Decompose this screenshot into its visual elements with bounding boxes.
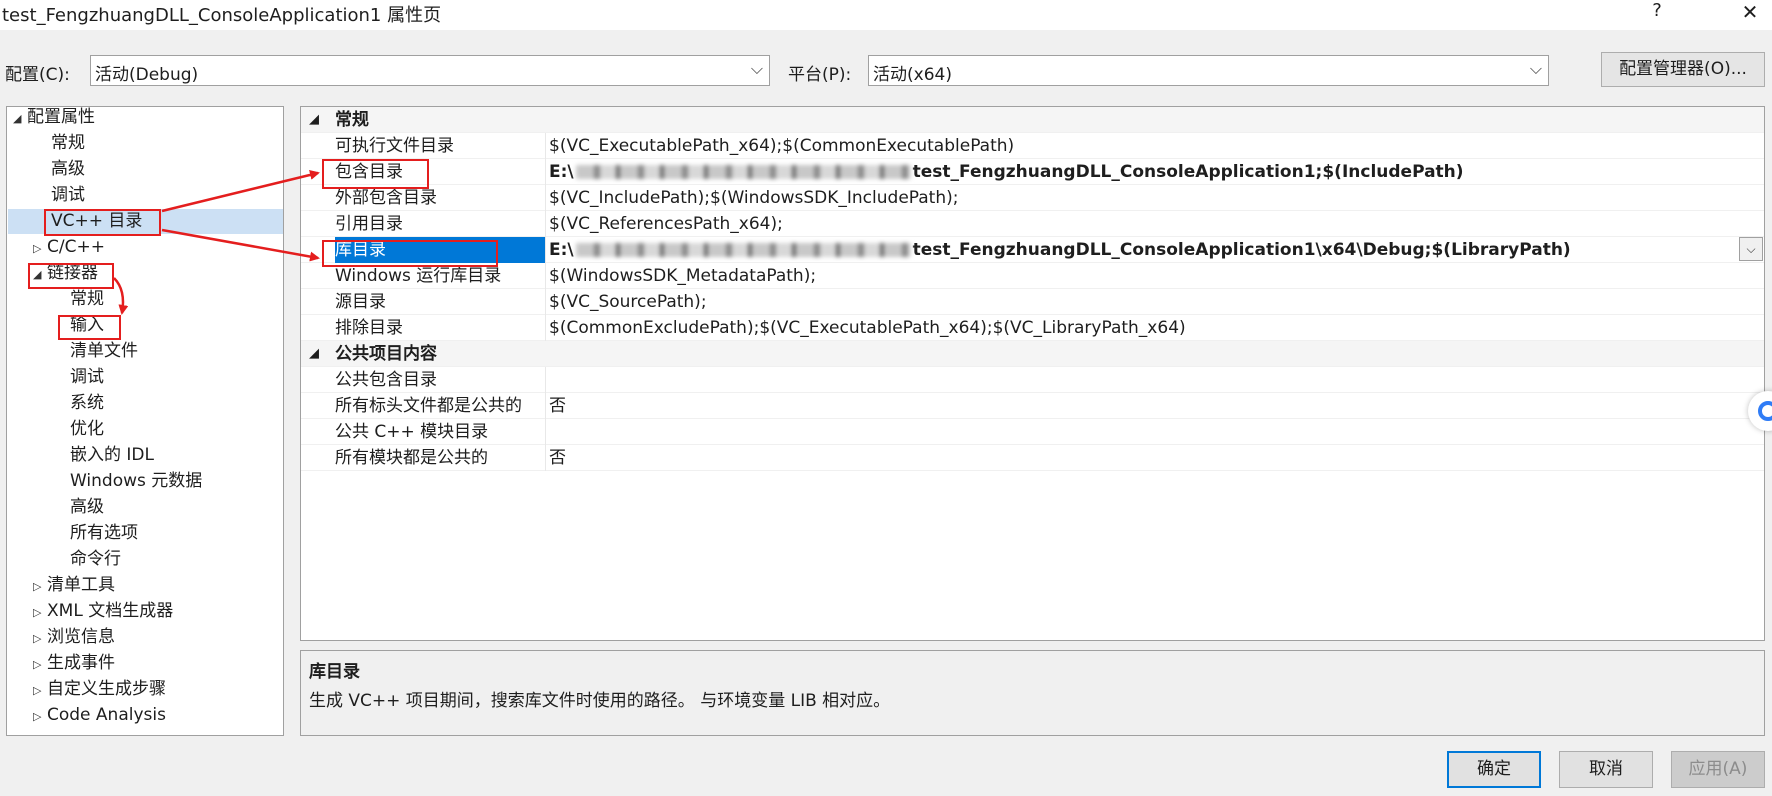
platform-label: 平台(P): bbox=[788, 65, 852, 85]
property-name[interactable]: 包含目录 bbox=[335, 159, 545, 185]
property-value[interactable]: $(WindowsSDK_MetadataPath); bbox=[545, 263, 1764, 289]
property-value[interactable]: $(VC_ReferencesPath_x64); bbox=[545, 211, 1764, 237]
tree-item-advanced[interactable]: 高级 bbox=[51, 157, 85, 182]
property-value[interactable]: $(CommonExcludePath);$(VC_ExecutablePath… bbox=[545, 315, 1764, 341]
property-name[interactable]: 所有标头文件都是公共的 bbox=[335, 393, 545, 419]
tree-item-system[interactable]: 系统 bbox=[70, 391, 104, 416]
description-panel: 库目录 生成 VC++ 项目期间，搜索库文件时使用的路径。 与环境变量 LIB … bbox=[300, 650, 1765, 736]
property-name[interactable]: 公共包含目录 bbox=[335, 367, 545, 393]
property-name[interactable]: 引用目录 bbox=[335, 211, 545, 237]
expander-icon[interactable]: ▷ bbox=[33, 704, 47, 729]
expander-icon[interactable]: ▷ bbox=[33, 236, 47, 261]
property-row[interactable]: 所有标头文件都是公共的 否 bbox=[301, 393, 1764, 419]
configuration-label: 配置(C): bbox=[5, 65, 70, 85]
property-row[interactable]: 所有模块都是公共的 否 bbox=[301, 445, 1764, 471]
cancel-button[interactable]: 取消 bbox=[1559, 751, 1653, 788]
expander-icon[interactable]: ◢ bbox=[13, 107, 27, 131]
platform-value: 活动(x64) bbox=[873, 65, 952, 85]
property-row-library-directories[interactable]: 库目录 E:\ test_FengzhuangDLL_ConsoleApplica… bbox=[301, 237, 1764, 263]
close-icon[interactable]: ✕ bbox=[1735, 0, 1765, 26]
tree-item-linker-general[interactable]: 常规 bbox=[70, 287, 104, 312]
tree-item-config-properties[interactable]: ◢ 配置属性 bbox=[13, 107, 95, 131]
tree-item-all-options[interactable]: 所有选项 bbox=[70, 521, 138, 546]
property-value[interactable]: E:\ test_FengzhuangDLL_ConsoleApplication… bbox=[545, 237, 1764, 263]
chevron-down-icon: ⌵ bbox=[750, 59, 763, 78]
description-text: 生成 VC++ 项目期间，搜索库文件时使用的路径。 与环境变量 LIB 相对应。 bbox=[309, 691, 891, 711]
tree-item-manifest-tool[interactable]: ▷ 清单工具 bbox=[33, 573, 115, 598]
tree-item-general[interactable]: 常规 bbox=[51, 131, 85, 156]
property-row[interactable]: 公共 C++ 模块目录 bbox=[301, 419, 1764, 445]
tree-item-debugging[interactable]: 调试 bbox=[51, 183, 85, 208]
window-title: test_FengzhuangDLL_ConsoleApplication1 属… bbox=[2, 5, 442, 26]
tree-item-xml-doc-generator[interactable]: ▷ XML 文档生成器 bbox=[33, 599, 173, 624]
expander-icon[interactable]: ▷ bbox=[33, 678, 47, 703]
tree-item-c-cpp[interactable]: ▷ C/C++ bbox=[33, 235, 105, 260]
tree-item-optimization[interactable]: 优化 bbox=[70, 417, 104, 442]
tree-item-linker-debugging[interactable]: 调试 bbox=[70, 365, 104, 390]
property-row[interactable]: 外部包含目录 $(VC_IncludePath);$(WindowsSDK_In… bbox=[301, 185, 1764, 211]
tree-item-windows-metadata[interactable]: Windows 元数据 bbox=[70, 469, 202, 494]
property-row[interactable]: 源目录 $(VC_SourcePath); bbox=[301, 289, 1764, 315]
chevron-down-icon: ⌵ bbox=[1529, 59, 1542, 78]
tree-item-linker[interactable]: ◢ 链接器 bbox=[33, 261, 98, 286]
property-value[interactable] bbox=[545, 419, 1764, 445]
property-row[interactable]: 可执行文件目录 $(VC_ExecutablePath_x64);$(Commo… bbox=[301, 133, 1764, 159]
tree-item-browse-information[interactable]: ▷ 浏览信息 bbox=[33, 625, 115, 650]
property-row[interactable]: 排除目录 $(CommonExcludePath);$(VC_Executabl… bbox=[301, 315, 1764, 341]
property-name[interactable]: 所有模块都是公共的 bbox=[335, 445, 545, 471]
configuration-manager-button[interactable]: 配置管理器(O)... bbox=[1601, 52, 1765, 87]
tree-item-command-line[interactable]: 命令行 bbox=[70, 547, 121, 572]
property-tree[interactable]: ◢ 配置属性 常规 高级 调试 VC++ 目录 ▷ C/C++ ◢ 链接器 常规 输入… bbox=[6, 106, 284, 736]
property-name[interactable]: 排除目录 bbox=[335, 315, 545, 341]
description-title: 库目录 bbox=[309, 662, 360, 682]
tree-item-linker-advanced[interactable]: 高级 bbox=[70, 495, 104, 520]
tree-item-custom-build-step[interactable]: ▷ 自定义生成步骤 bbox=[33, 677, 166, 702]
property-value[interactable]: $(VC_SourcePath); bbox=[545, 289, 1764, 315]
property-row[interactable]: 引用目录 $(VC_ReferencesPath_x64); bbox=[301, 211, 1764, 237]
redacted-path bbox=[575, 243, 911, 257]
collapse-icon[interactable]: ◢ bbox=[309, 341, 319, 367]
category-public-project-content[interactable]: ◢ 公共项目内容 bbox=[301, 341, 1764, 367]
property-value[interactable]: $(VC_IncludePath);$(WindowsSDK_IncludePa… bbox=[545, 185, 1764, 211]
collapse-icon[interactable]: ◢ bbox=[309, 107, 319, 133]
property-name[interactable]: 源目录 bbox=[335, 289, 545, 315]
redacted-path bbox=[575, 165, 911, 179]
property-name[interactable]: 外部包含目录 bbox=[335, 185, 545, 211]
property-row-include-directories[interactable]: 包含目录 E:\ test_FengzhuangDLL_ConsoleApplic… bbox=[301, 159, 1764, 185]
tree-item-code-analysis[interactable]: ▷ Code Analysis bbox=[33, 703, 166, 728]
expander-icon[interactable]: ▷ bbox=[33, 626, 47, 651]
property-grid[interactable]: ◢ 常规 可执行文件目录 $(VC_ExecutablePath_x64);$(… bbox=[300, 106, 1765, 641]
property-name[interactable]: Windows 运行库目录 bbox=[335, 263, 545, 289]
property-name[interactable]: 库目录 bbox=[335, 237, 545, 263]
configuration-dropdown[interactable]: 活动(Debug) ⌵ bbox=[90, 55, 770, 86]
tree-item-embedded-idl[interactable]: 嵌入的 IDL bbox=[70, 443, 154, 468]
property-row[interactable]: Windows 运行库目录 $(WindowsSDK_MetadataPath)… bbox=[301, 263, 1764, 289]
expander-icon[interactable]: ▷ bbox=[33, 600, 47, 625]
expander-icon[interactable]: ▷ bbox=[33, 652, 47, 677]
help-button[interactable]: ? bbox=[1642, 0, 1672, 26]
property-row[interactable]: 公共包含目录 bbox=[301, 367, 1764, 393]
property-value[interactable]: 否 bbox=[545, 445, 1764, 471]
expander-icon[interactable]: ▷ bbox=[33, 574, 47, 599]
property-value[interactable] bbox=[545, 367, 1764, 393]
tree-item-vc-directories[interactable]: VC++ 目录 bbox=[8, 209, 283, 234]
property-value[interactable]: $(VC_ExecutablePath_x64);$(CommonExecuta… bbox=[545, 133, 1764, 159]
tree-item-build-events[interactable]: ▷ 生成事件 bbox=[33, 651, 115, 676]
configuration-value: 活动(Debug) bbox=[95, 65, 199, 85]
property-value[interactable]: E:\ test_FengzhuangDLL_ConsoleApplication… bbox=[545, 159, 1764, 185]
apply-button[interactable]: 应用(A) bbox=[1671, 751, 1765, 788]
expander-icon[interactable]: ◢ bbox=[33, 262, 47, 287]
ok-button[interactable]: 确定 bbox=[1447, 751, 1541, 788]
tree-item-linker-input[interactable]: 输入 bbox=[70, 313, 104, 338]
tree-item-manifest-file[interactable]: 清单文件 bbox=[70, 339, 138, 364]
property-value[interactable]: 否 bbox=[545, 393, 1764, 419]
chevron-down-icon[interactable]: ⌵ bbox=[1739, 237, 1763, 261]
platform-dropdown[interactable]: 活动(x64) ⌵ bbox=[868, 55, 1549, 86]
property-name[interactable]: 公共 C++ 模块目录 bbox=[335, 419, 545, 445]
category-general[interactable]: ◢ 常规 bbox=[301, 107, 1764, 133]
property-name[interactable]: 可执行文件目录 bbox=[335, 133, 545, 159]
